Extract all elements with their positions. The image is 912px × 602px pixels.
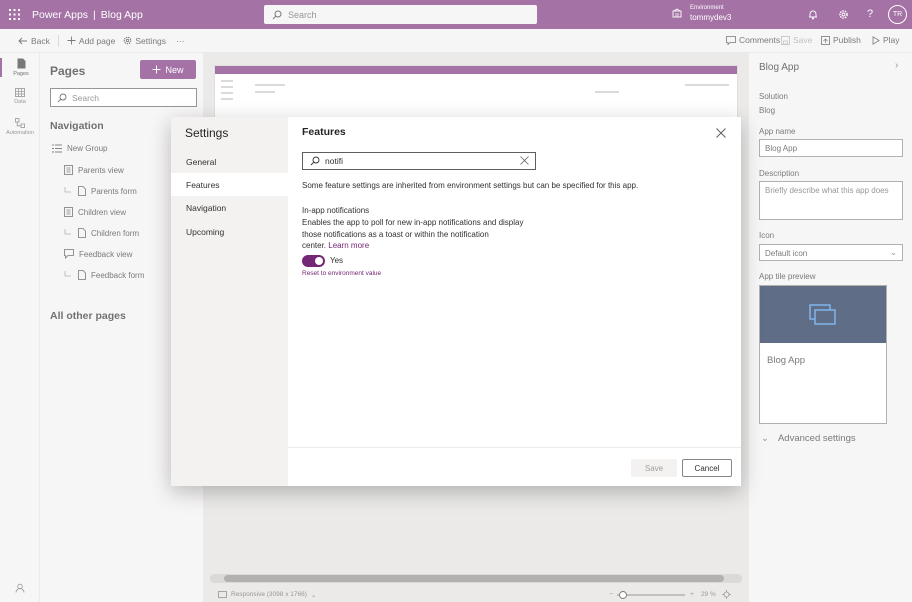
inherited-settings-info: Some feature settings are inherited from… xyxy=(302,181,639,190)
feature-title: In-app notifications xyxy=(302,206,370,215)
search-icon xyxy=(310,156,320,166)
settings-nav: Settings General Features Navigation Upc… xyxy=(171,117,288,486)
settings-nav-upcoming[interactable]: Upcoming xyxy=(171,220,288,243)
settings-nav-navigation[interactable]: Navigation xyxy=(171,196,288,219)
settings-nav-general[interactable]: General xyxy=(171,150,288,173)
learn-more-link[interactable]: Learn more xyxy=(328,241,369,250)
dialog-cancel-button[interactable]: Cancel xyxy=(682,459,732,477)
in-app-notifications-toggle[interactable] xyxy=(302,255,325,267)
features-search-input[interactable]: notifi xyxy=(302,152,536,170)
dialog-footer-divider xyxy=(288,447,741,448)
toggle-state-label: Yes xyxy=(330,256,344,265)
toggle-knob xyxy=(315,257,323,265)
feature-desc-line: center. xyxy=(302,241,327,250)
feature-description: Enables the app to poll for new in-app n… xyxy=(302,217,542,252)
feature-desc-line: those notifications as a toast or within… xyxy=(302,229,489,239)
close-icon[interactable] xyxy=(716,128,726,140)
features-search-value: notifi xyxy=(325,156,343,166)
settings-dialog: Settings General Features Navigation Upc… xyxy=(171,117,741,486)
clear-search-icon[interactable] xyxy=(520,156,529,165)
features-title: Features xyxy=(302,126,346,138)
settings-dialog-title: Settings xyxy=(185,126,229,140)
feature-desc-line: Enables the app to poll for new in-app n… xyxy=(302,218,524,227)
dialog-save-button[interactable]: Save xyxy=(631,459,677,477)
reset-to-environment-link[interactable]: Reset to environment value xyxy=(302,270,381,277)
settings-nav-features[interactable]: Features xyxy=(171,173,288,196)
